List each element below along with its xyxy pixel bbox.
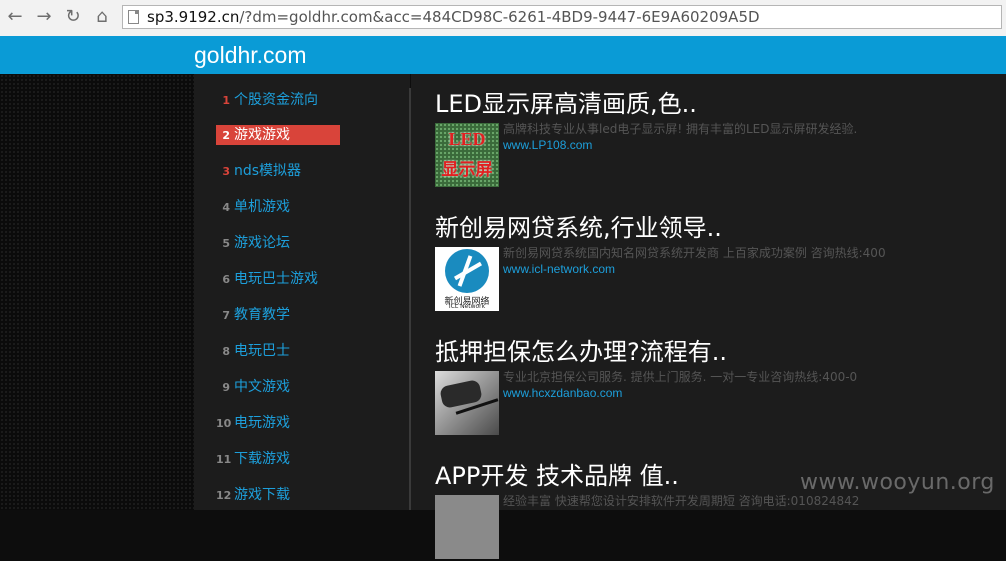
ad-thumbnail[interactable]	[435, 371, 499, 435]
site-header: goldhr.com	[0, 36, 1006, 74]
sidebar-item-label: 个股资金流向	[234, 92, 318, 108]
ad-thumbnail[interactable]: LED 显示屏	[435, 123, 499, 187]
ad-item: LED显示屏高清画质,色.. LED 显示屏 高牌科技专业从事led电子显示屏!…	[435, 89, 995, 189]
item-number: 1	[222, 94, 230, 107]
item-number: 7	[222, 309, 230, 322]
sidebar-item-3[interactable]: 3 nds模拟器	[216, 161, 340, 181]
sidebar-item-7[interactable]: 7 教育教学	[216, 305, 340, 325]
page-icon	[128, 10, 139, 24]
back-arrow-icon[interactable]: ←	[4, 6, 26, 28]
item-number: 6	[222, 273, 230, 286]
sidebar-item-5[interactable]: 5 游戏论坛	[216, 233, 340, 253]
home-icon[interactable]: ⌂	[91, 6, 113, 28]
ad-description: 专业北京担保公司服务. 提供上门服务. 一对一专业咨询热线:400-0	[503, 370, 858, 384]
watermark: www.wooyun.org	[800, 470, 995, 495]
item-number: 11	[216, 453, 232, 466]
sidebar-item-label: 电玩游戏	[234, 415, 290, 431]
sidebar-item-label: 电玩巴士	[234, 343, 290, 359]
thumb-text: LED	[448, 129, 486, 149]
left-background	[0, 74, 194, 510]
sidebar-item-label: 中文游戏	[234, 379, 290, 395]
sidebar-item-label: 下载游戏	[234, 451, 290, 467]
forward-arrow-icon[interactable]: →	[33, 6, 55, 28]
thumb-text: ICL Network	[448, 303, 486, 310]
sidebar-item-label: 电玩巴士游戏	[234, 271, 318, 287]
ad-list: LED显示屏高清画质,色.. LED 显示屏 高牌科技专业从事led电子显示屏!…	[411, 74, 1006, 559]
sidebar-item-6[interactable]: 6 电玩巴士游戏	[216, 269, 340, 289]
item-number: 3	[222, 165, 230, 178]
sidebar-item-label: nds模拟器	[234, 163, 302, 179]
site-title[interactable]: goldhr.com	[194, 40, 307, 70]
ad-item: 抵押担保怎么办理?流程有.. 专业北京担保公司服务. 提供上门服务. 一对一专业…	[435, 337, 995, 437]
sidebar-item-2[interactable]: 2 游戏游戏	[216, 125, 340, 145]
sidebar-item-10[interactable]: 10 电玩游戏	[216, 413, 340, 433]
reload-icon[interactable]: ↻	[62, 6, 84, 28]
ad-description: 新创易网贷系统国内知名网贷系统开发商 上百家成功案例 咨询热线:400	[503, 246, 886, 260]
globe-logo-icon	[445, 249, 489, 293]
item-number: 12	[216, 489, 232, 502]
sidebar-item-4[interactable]: 4 单机游戏	[216, 197, 340, 217]
sidebar-item-8[interactable]: 8 电玩巴士	[216, 341, 340, 361]
sidebar-item-label: 教育教学	[234, 307, 290, 323]
sidebar-item-12[interactable]: 12 游戏下载	[216, 485, 340, 505]
sidebar-item-label: 游戏论坛	[234, 235, 290, 251]
ad-title[interactable]: 抵押担保怎么办理?流程有..	[435, 337, 995, 367]
item-number: 9	[222, 381, 230, 394]
sidebar-item-1[interactable]: 1 个股资金流向	[216, 90, 340, 110]
ad-link[interactable]: www.LP108.com	[503, 137, 592, 153]
item-number: 8	[222, 345, 230, 358]
thumb-text: 显示屏	[441, 160, 493, 180]
item-number: 5	[222, 237, 230, 250]
ad-thumbnail[interactable]: 新创易网络 ICL Network	[435, 247, 499, 311]
item-number: 4	[222, 201, 230, 214]
sidebar-item-9[interactable]: 9 中文游戏	[216, 377, 340, 397]
item-number: 10	[216, 417, 232, 430]
item-number: 2	[222, 129, 230, 142]
sidebar-item-label: 单机游戏	[234, 199, 290, 215]
ad-description: 高牌科技专业从事led电子显示屏! 拥有丰富的LED显示屏研发经验.	[503, 122, 858, 136]
ad-thumbnail[interactable]	[435, 495, 499, 559]
url-host: sp3.9192.cn	[147, 8, 240, 26]
sidebar-item-11[interactable]: 11 下载游戏	[216, 449, 340, 469]
url-path: /?dm=goldhr.com&acc=484CD98C-6261-4BD9-9…	[239, 8, 760, 26]
sidebar-item-label: 游戏游戏	[234, 127, 290, 143]
ad-title[interactable]: 新创易网贷系统,行业领导..	[435, 213, 995, 243]
sidebar: 1 个股资金流向 2 游戏游戏 3 nds模拟器 4 单机游戏 5 游戏论坛 6 电玩巴士游…	[194, 74, 410, 510]
ad-link[interactable]: www.hcxzdanbao.com	[503, 385, 622, 401]
ad-title[interactable]: LED显示屏高清画质,色..	[435, 89, 995, 119]
address-bar[interactable]: sp3.9192.cn/?dm=goldhr.com&acc=484CD98C-…	[122, 5, 1002, 29]
browser-toolbar: ← → ↻ ⌂ sp3.9192.cn/?dm=goldhr.com&acc=4…	[0, 0, 1006, 37]
sidebar-item-label: 游戏下载	[234, 487, 290, 503]
ad-item: 新创易网贷系统,行业领导.. 新创易网络 ICL Network 新创易网贷系统…	[435, 213, 995, 313]
ad-link[interactable]: www.icl-network.com	[503, 261, 615, 277]
